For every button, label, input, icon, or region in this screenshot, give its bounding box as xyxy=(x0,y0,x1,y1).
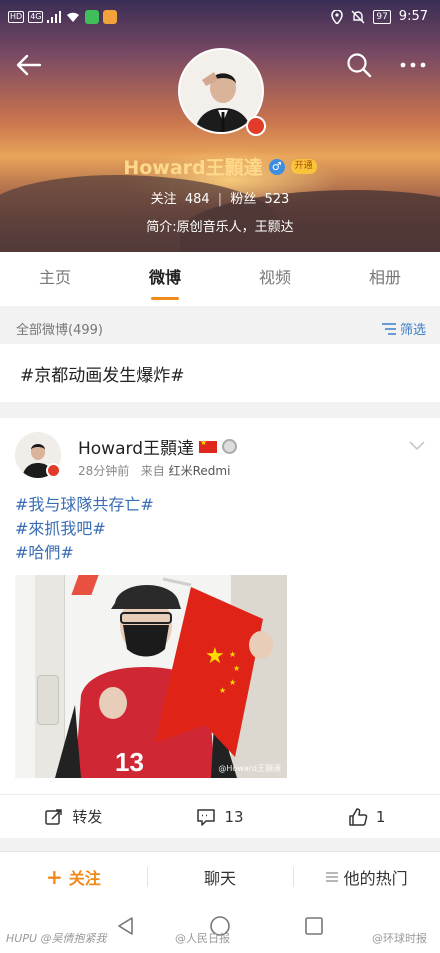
profile-name-row: Howard王顥達 ♂ 开通 xyxy=(0,153,440,180)
post-tags: #我与球隊共存亡# #來抓我吧# #哈們# xyxy=(15,493,154,565)
plus-icon: + xyxy=(45,864,63,889)
nav-recents-icon[interactable] xyxy=(303,915,325,937)
topic-text: #京都动画发生爆炸# xyxy=(20,366,185,386)
hot-posts-button[interactable]: 他的热门 xyxy=(293,852,440,901)
svg-text:★: ★ xyxy=(205,644,225,669)
profile-tabs: 主页 微博 视频 相册 xyxy=(0,252,440,306)
battery-indicator: 97 xyxy=(373,9,391,24)
person-with-flag-image: 13 ★ ★ ★ ★ ★ xyxy=(55,577,273,778)
medal-icon xyxy=(222,439,237,454)
more-dots-icon xyxy=(400,62,426,68)
author-vip-badge-icon xyxy=(46,463,61,478)
post-meta: 28分钟前 来自 红米Redmi xyxy=(78,462,230,479)
center-watermark: @人民日报 xyxy=(175,932,230,945)
post-menu-button[interactable] xyxy=(408,436,426,454)
repost-button[interactable]: 转发 xyxy=(0,795,147,838)
repost-icon xyxy=(45,808,63,825)
status-bar: HD 4G 97 9:57 xyxy=(0,0,440,36)
all-posts-count[interactable]: 全部微博(499) xyxy=(16,319,103,338)
follow-button-label: 关注 xyxy=(68,868,101,888)
back-arrow-icon xyxy=(16,54,42,76)
signal-icon xyxy=(47,11,62,23)
topic-card[interactable]: #京都动画发生爆炸# xyxy=(0,344,440,402)
search-icon xyxy=(347,53,372,78)
chat-button[interactable]: 聊天 xyxy=(146,852,294,901)
post-author-row: Howard王顥達 xyxy=(78,434,237,459)
tab-home[interactable]: 主页 xyxy=(0,252,110,306)
china-flag-icon xyxy=(199,438,217,453)
profile-bio: 简介:原创音乐人，王颢达 xyxy=(146,220,294,235)
follow-count[interactable]: 484 xyxy=(185,192,210,207)
filter-button[interactable]: 筛选 xyxy=(381,319,426,338)
hashtag-link[interactable]: #哈們# xyxy=(15,541,154,565)
svg-text:★: ★ xyxy=(233,664,240,673)
list-icon xyxy=(325,871,338,882)
hashtag-link[interactable]: #我与球隊共存亡# xyxy=(15,493,154,517)
post-image[interactable]: 13 ★ ★ ★ ★ ★ @Howard王顥達 xyxy=(15,575,287,778)
comment-icon xyxy=(197,808,216,826)
follow-stats: 关注 484 | 粉丝 523 xyxy=(150,192,290,207)
filter-icon xyxy=(381,323,396,335)
post-author-name[interactable]: Howard王顥達 xyxy=(78,434,194,459)
svg-text:★: ★ xyxy=(229,678,236,687)
hot-posts-label: 他的热门 xyxy=(343,868,408,888)
hd-indicator: HD xyxy=(8,11,25,23)
comment-count: 13 xyxy=(224,807,244,826)
tab-album[interactable]: 相册 xyxy=(330,252,440,306)
post-from-label: 来自 xyxy=(140,464,165,478)
tab-weibo[interactable]: 微博 xyxy=(110,252,220,306)
location-icon xyxy=(331,9,344,24)
hashtag-link[interactable]: #來抓我吧# xyxy=(15,517,154,541)
like-button[interactable]: 1 xyxy=(293,795,440,838)
more-button[interactable] xyxy=(398,50,428,80)
status-time: 9:57 xyxy=(398,9,428,24)
follow-button[interactable]: + 关注 xyxy=(0,852,147,901)
repost-label: 转发 xyxy=(72,808,103,826)
fans-count[interactable]: 523 xyxy=(264,192,289,207)
svg-text:★: ★ xyxy=(219,686,226,695)
image-watermark: @Howard王顥達 xyxy=(218,764,281,773)
back-button[interactable] xyxy=(14,50,44,80)
thumbs-up-icon xyxy=(349,807,368,826)
chevron-down-icon xyxy=(409,441,425,451)
post-source[interactable]: 红米Redmi xyxy=(169,464,231,478)
svg-text:★: ★ xyxy=(229,650,236,659)
search-button[interactable] xyxy=(344,50,374,80)
tab-video[interactable]: 视频 xyxy=(220,252,330,306)
mute-icon xyxy=(351,10,365,23)
hupu-watermark: HUPU @吴倩抱紧我 xyxy=(6,932,107,945)
post-time: 28分钟前 xyxy=(78,464,130,478)
follow-label[interactable]: 关注 xyxy=(151,192,177,207)
fans-label[interactable]: 粉丝 xyxy=(230,192,256,207)
posts-filter-bar: 全部微博(499) 筛选 xyxy=(0,310,440,344)
chat-button-label: 聊天 xyxy=(204,868,237,888)
svg-text:13: 13 xyxy=(115,747,144,777)
comment-button[interactable]: 13 xyxy=(147,795,294,838)
nav-back-icon[interactable] xyxy=(115,915,137,937)
profile-name: Howard王顥達 xyxy=(123,157,263,179)
profile-bottom-bar: + 关注 聊天 他的热门 xyxy=(0,851,440,901)
weibo-post: Howard王顥達 28分钟前 来自 红米Redmi #我与球隊共存亡# #來抓… xyxy=(0,418,440,838)
vip-badge-icon xyxy=(246,116,266,136)
gender-male-icon: ♂ xyxy=(268,158,285,175)
right-watermark: @环球时报 xyxy=(372,932,427,945)
post-actions: 转发 13 1 xyxy=(0,794,440,838)
filter-label: 筛选 xyxy=(399,323,426,338)
vip-open-tag[interactable]: 开通 xyxy=(290,159,317,174)
network-indicator: 4G xyxy=(28,11,44,23)
app-notification-icon xyxy=(85,10,100,24)
like-count: 1 xyxy=(375,807,386,826)
wifi-icon xyxy=(67,12,80,22)
app-notification-icon-2 xyxy=(103,10,118,24)
